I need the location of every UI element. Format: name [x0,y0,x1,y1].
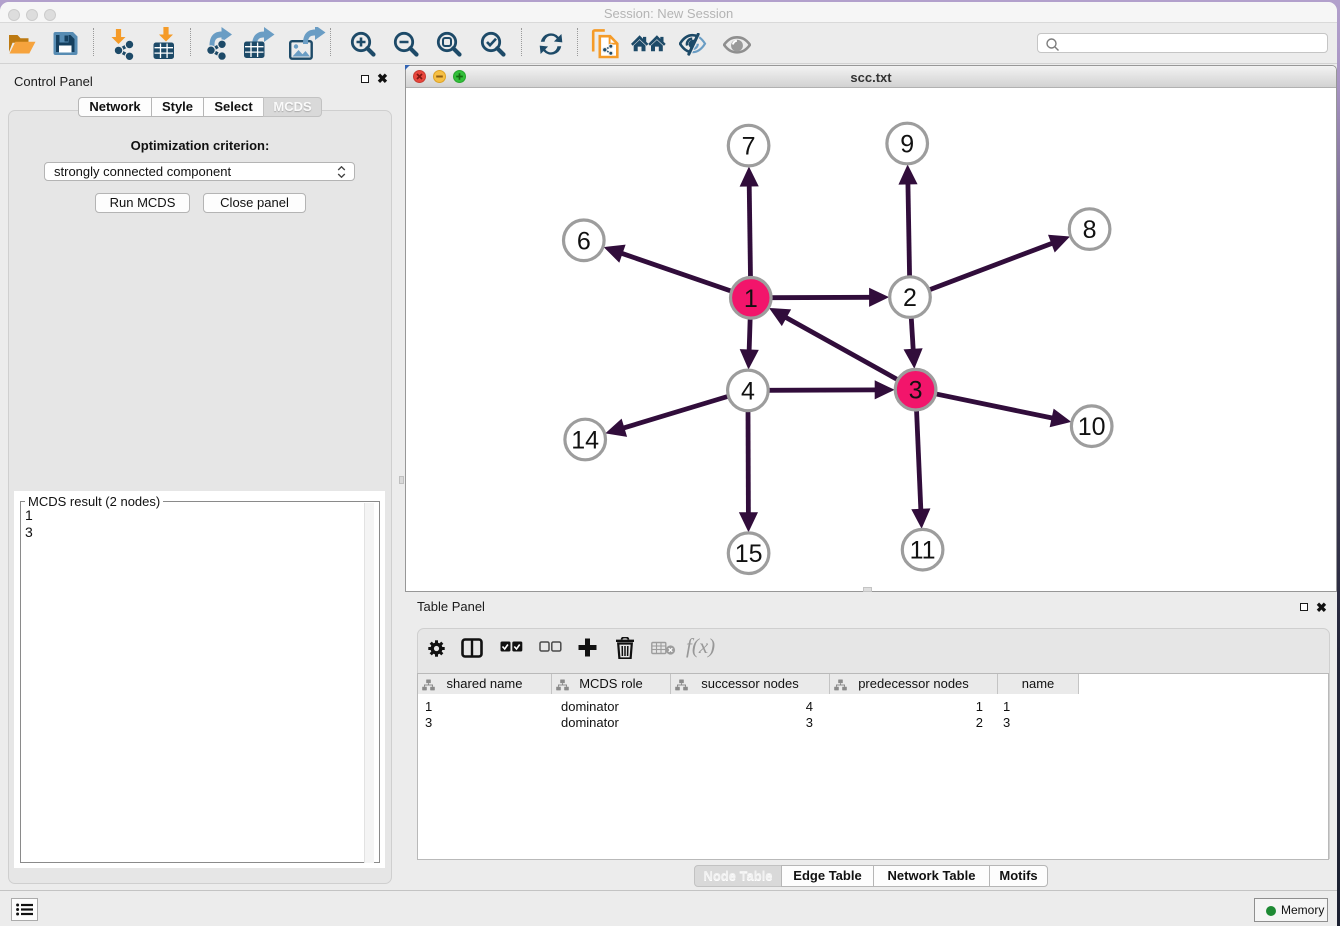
svg-text:15: 15 [735,540,763,568]
svg-text:6: 6 [577,227,591,255]
svg-text:7: 7 [742,133,756,161]
svg-text:4: 4 [741,377,755,405]
svg-text:8: 8 [1083,216,1097,244]
svg-text:3: 3 [909,377,923,405]
svg-text:10: 10 [1078,413,1106,441]
svg-text:2: 2 [903,284,917,312]
svg-text:14: 14 [571,427,599,455]
svg-text:11: 11 [910,537,936,565]
svg-text:1: 1 [744,285,758,313]
svg-text:9: 9 [900,131,914,159]
